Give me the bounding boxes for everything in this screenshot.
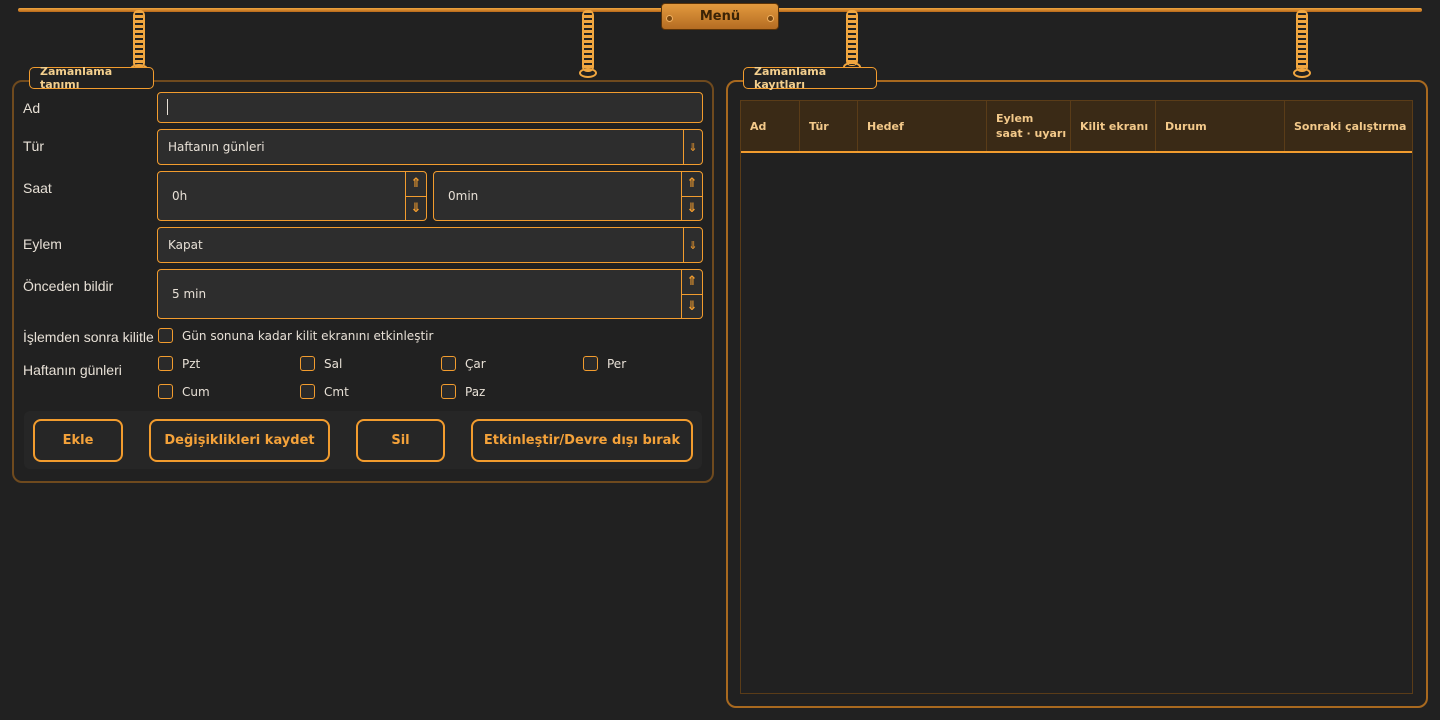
- minutes-value: 0min: [448, 189, 479, 203]
- lock-screen-checkbox-label: Gün sonuna kadar kilit ekranını etkinleş…: [182, 328, 434, 343]
- hours-value: 0h: [172, 189, 188, 203]
- arrow-down-icon[interactable]: ⇓: [682, 197, 702, 221]
- day-label: Paz: [465, 384, 486, 399]
- menu-button[interactable]: Menü: [661, 3, 779, 30]
- save-changes-button[interactable]: Değişiklikleri kaydet: [149, 419, 330, 462]
- delete-button[interactable]: Sil: [356, 419, 445, 462]
- rivet-icon: [666, 15, 673, 22]
- column-header-action-line1: Eylem: [996, 112, 1034, 125]
- lock-screen-checkbox[interactable]: Gün sonuna kadar kilit ekranını etkinleş…: [158, 328, 433, 343]
- toggle-enable-button[interactable]: Etkinleştir/Devre dışı bırak: [471, 419, 693, 462]
- minutes-stepper[interactable]: 0min ⇑ ⇓: [433, 171, 703, 221]
- day-checkbox-thu[interactable]: Per: [583, 356, 626, 371]
- type-label: Tür: [23, 138, 44, 154]
- column-header-next-run[interactable]: Sonraki çalıştırma: [1285, 101, 1414, 151]
- type-select[interactable]: Haftanın günleri ⇓: [157, 129, 703, 165]
- rivet-icon: [767, 15, 774, 22]
- lock-label: İşlemden sonra kilitle: [23, 329, 154, 345]
- column-header-name[interactable]: Ad: [741, 101, 800, 151]
- checkbox-box[interactable]: [158, 356, 173, 371]
- checkbox-box[interactable]: [300, 384, 315, 399]
- action-label: Eylem: [23, 236, 62, 252]
- checkbox-box[interactable]: [300, 356, 315, 371]
- notify-value: 5 min: [172, 287, 207, 301]
- add-button[interactable]: Ekle: [33, 419, 123, 462]
- day-checkbox-tue[interactable]: Sal: [300, 356, 342, 371]
- day-checkbox-sat[interactable]: Cmt: [300, 384, 349, 399]
- chain-decoration: [1293, 10, 1311, 78]
- time-label: Saat: [23, 180, 52, 196]
- day-label: Çar: [465, 356, 486, 371]
- arrow-down-icon[interactable]: ⇓: [406, 197, 426, 221]
- chevron-down-icon[interactable]: ⇓: [683, 130, 702, 164]
- column-header-status[interactable]: Durum: [1156, 101, 1285, 151]
- checkbox-box[interactable]: [158, 328, 173, 343]
- table-header: Ad Tür Hedef Eylem saat · uyarı Kilit ek…: [741, 101, 1412, 153]
- text-caret: [167, 99, 168, 115]
- arrow-up-icon[interactable]: ⇑: [406, 172, 426, 197]
- schedule-records-title: Zamanlama kayıtları: [743, 65, 877, 91]
- column-header-lock-screen[interactable]: Kilit ekranı: [1071, 101, 1156, 151]
- name-label: Ad: [23, 100, 41, 116]
- type-select-value: Haftanın günleri: [168, 140, 265, 154]
- checkbox-box[interactable]: [158, 384, 173, 399]
- day-label: Pzt: [182, 356, 201, 371]
- schedule-definition-title: Zamanlama tanımı: [29, 65, 154, 91]
- chevron-down-icon[interactable]: ⇓: [683, 228, 702, 262]
- checkbox-box[interactable]: [441, 356, 456, 371]
- menu-label: Menü: [699, 9, 741, 24]
- hours-stepper[interactable]: 0h ⇑ ⇓: [157, 171, 427, 221]
- chain-decoration: [843, 10, 861, 72]
- arrow-up-icon[interactable]: ⇑: [682, 270, 702, 295]
- column-header-target[interactable]: Hedef: [858, 101, 987, 151]
- day-label: Cmt: [324, 384, 349, 399]
- chain-decoration: [130, 10, 148, 74]
- chain-decoration: [579, 10, 597, 78]
- day-checkbox-fri[interactable]: Cum: [158, 384, 210, 399]
- name-input[interactable]: [157, 92, 703, 123]
- checkbox-box[interactable]: [441, 384, 456, 399]
- day-checkbox-sun[interactable]: Paz: [441, 384, 485, 399]
- action-select-value: Kapat: [168, 238, 203, 252]
- day-checkbox-wed[interactable]: Çar: [441, 356, 486, 371]
- day-label: Per: [607, 356, 627, 371]
- checkbox-box[interactable]: [583, 356, 598, 371]
- schedule-records-table[interactable]: Ad Tür Hedef Eylem saat · uyarı Kilit ek…: [740, 100, 1413, 694]
- action-select[interactable]: Kapat ⇓: [157, 227, 703, 263]
- column-header-action[interactable]: Eylem saat · uyarı: [987, 101, 1071, 151]
- column-header-type[interactable]: Tür: [800, 101, 858, 151]
- notify-stepper[interactable]: 5 min ⇑ ⇓: [157, 269, 703, 319]
- name-input-field[interactable]: [168, 100, 702, 115]
- day-label: Sal: [324, 356, 343, 371]
- arrow-down-icon[interactable]: ⇓: [682, 295, 702, 319]
- notify-label: Önceden bildir: [23, 278, 114, 294]
- column-header-action-line2: saat · uyarı: [996, 127, 1067, 140]
- weekdays-label: Haftanın günleri: [23, 362, 122, 378]
- day-checkbox-mon[interactable]: Pzt: [158, 356, 200, 371]
- arrow-up-icon[interactable]: ⇑: [682, 172, 702, 197]
- day-label: Cum: [182, 384, 210, 399]
